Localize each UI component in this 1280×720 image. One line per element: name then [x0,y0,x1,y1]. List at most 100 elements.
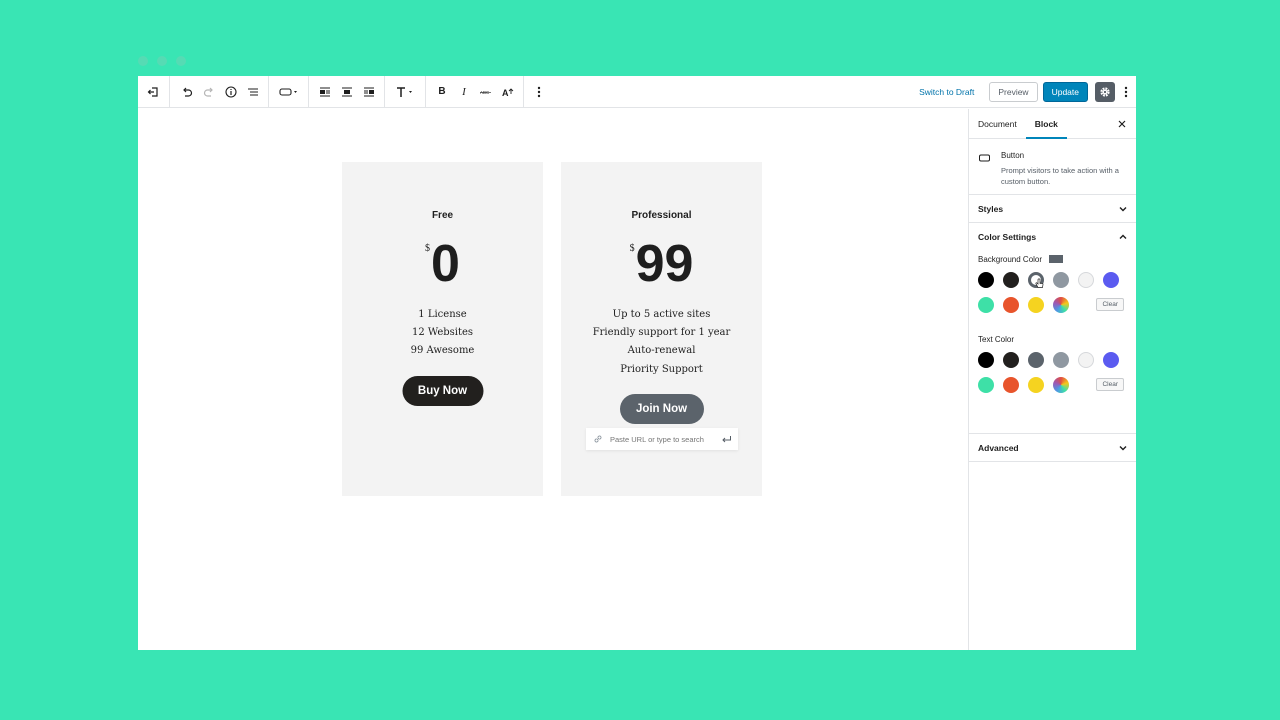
panel-title: Styles [978,203,1004,214]
close-icon[interactable] [1116,118,1128,130]
color-settings-panel-toggle[interactable]: Color Settings [969,223,1136,251]
feature-item: Priority Support [620,363,703,375]
italic-icon[interactable]: I [453,81,475,103]
button-block-icon [978,151,992,165]
buy-now-button[interactable]: Buy Now [402,376,483,406]
custom-color-picker-icon[interactable] [1053,296,1069,313]
info-icon[interactable] [220,81,242,103]
price-amount: 99 [635,235,694,293]
advanced-panel-toggle[interactable]: Advanced [969,434,1136,462]
pricing-card-professional[interactable]: Professional $ 99 Up to 5 active sites F… [561,162,762,496]
color-swatch-green[interactable] [978,296,994,313]
bold-icon[interactable]: B [431,81,453,103]
color-swatch-green[interactable] [978,376,994,393]
more-vertical-icon[interactable] [528,81,550,103]
pricing-card-free[interactable]: Free $ 0 1 License 12 Websites 99 Awesom… [342,162,543,496]
toolbar-align-group [309,75,385,108]
settings-sidebar: Document Block Button Prompt visitors to… [968,109,1136,650]
color-swatch-black[interactable] [978,271,994,288]
redo-icon[interactable] [198,81,220,103]
block-title: Button [1001,151,1025,160]
button-block-icon[interactable] [276,81,302,103]
feature-item: 12 Websites [411,327,474,339]
feature-list: Up to 5 active sites Friendly support fo… [561,306,762,379]
feature-item: Friendly support for 1 year [592,327,731,339]
back-icon[interactable] [142,81,164,103]
window-dot [157,56,167,66]
color-swatch-yellow[interactable] [1028,376,1044,393]
clear-background-button[interactable]: Clear [1096,298,1124,311]
clear-text-color-button[interactable]: Clear [1096,378,1124,391]
color-swatch-blue[interactable] [1103,271,1119,288]
font-size-icon[interactable]: A [497,81,519,103]
custom-color-picker-icon[interactable] [1053,376,1069,393]
text-icon[interactable] [392,81,418,103]
panel-title: Color Settings [978,232,1037,242]
strikethrough-icon[interactable]: ABC [475,81,497,103]
text-palette-row-2: Clear [978,372,1127,397]
color-swatch-light-grey[interactable] [1053,271,1069,288]
feature-list: 1 License 12 Websites 99 Awesome [342,306,543,361]
toolbar-text-group [385,75,426,108]
label-text: Background Color [978,254,1043,264]
color-swatch-black[interactable] [978,351,994,368]
plan-price: $ 99 [561,236,762,296]
plan-name: Professional [631,210,692,221]
join-now-button[interactable]: Join Now [619,394,704,424]
color-swatch-blue[interactable] [1103,351,1119,368]
url-input-popover [586,428,738,450]
feature-item: Up to 5 active sites [612,309,711,320]
background-color-label: Background Color [978,251,1127,267]
svg-text:A: A [502,88,509,98]
enter-icon[interactable] [720,433,732,445]
toolbar-back-group [138,75,170,108]
list-view-icon[interactable] [242,81,264,103]
feature-item: 99 Awesome [410,345,475,357]
hand-cursor-icon [1035,278,1044,288]
color-swatch-dark[interactable] [1003,271,1019,288]
color-swatch-grey[interactable] [1028,351,1044,368]
currency-symbol: $ [425,243,431,254]
styles-panel-toggle[interactable]: Styles [969,195,1136,223]
color-swatch-white[interactable] [1078,351,1094,368]
chevron-down-icon [1119,206,1127,211]
window-dot [176,56,186,66]
link-icon [592,433,604,445]
toolbar-history-group [170,75,269,108]
text-color-label: Text Color [978,331,1127,347]
update-button[interactable]: Update [1042,82,1088,102]
preview-button[interactable]: Preview [989,82,1038,102]
switch-to-draft-button[interactable]: Switch to Draft [919,87,974,97]
toolbar-more-group [524,76,554,108]
window-dot [138,56,148,66]
label-text: Text Color [978,334,1015,344]
color-swatch-orange[interactable] [1003,296,1019,313]
align-center-icon[interactable] [336,81,358,103]
url-search-input[interactable] [610,434,710,444]
plan-price: $ 0 [342,236,543,296]
color-swatch-grey-selected[interactable] [1028,271,1044,288]
options-more-icon[interactable] [1119,81,1133,103]
align-left-icon[interactable] [314,81,336,103]
color-swatch-yellow[interactable] [1028,296,1044,313]
undo-icon[interactable] [176,81,198,103]
block-description: Prompt visitors to take action with a cu… [1001,166,1119,186]
editor-toolbar: B I ABC A Switch to Draft Preview Update [138,75,1136,108]
current-color-indicator [1049,255,1064,263]
color-swatch-orange[interactable] [1003,376,1019,393]
editor-canvas: Free $ 0 1 License 12 Websites 99 Awesom… [138,109,968,650]
currency-symbol: $ [629,243,635,254]
color-swatch-light-grey[interactable] [1053,351,1069,368]
color-swatch-dark[interactable] [1003,351,1019,368]
tab-block[interactable]: Block [1025,109,1067,139]
settings-gear-icon[interactable] [1095,82,1115,102]
align-right-icon[interactable] [358,81,380,103]
background-palette-row-1 [978,267,1127,292]
editor-window: B I ABC A Switch to Draft Preview Update [138,75,1136,650]
color-swatch-white[interactable] [1078,271,1094,288]
price-amount: 0 [431,235,460,293]
toolbar-format-group: B I ABC A [426,75,524,108]
plan-name: Free [431,210,454,221]
sidebar-tabs: Document Block [969,109,1136,139]
tab-document[interactable]: Document [969,109,1026,139]
